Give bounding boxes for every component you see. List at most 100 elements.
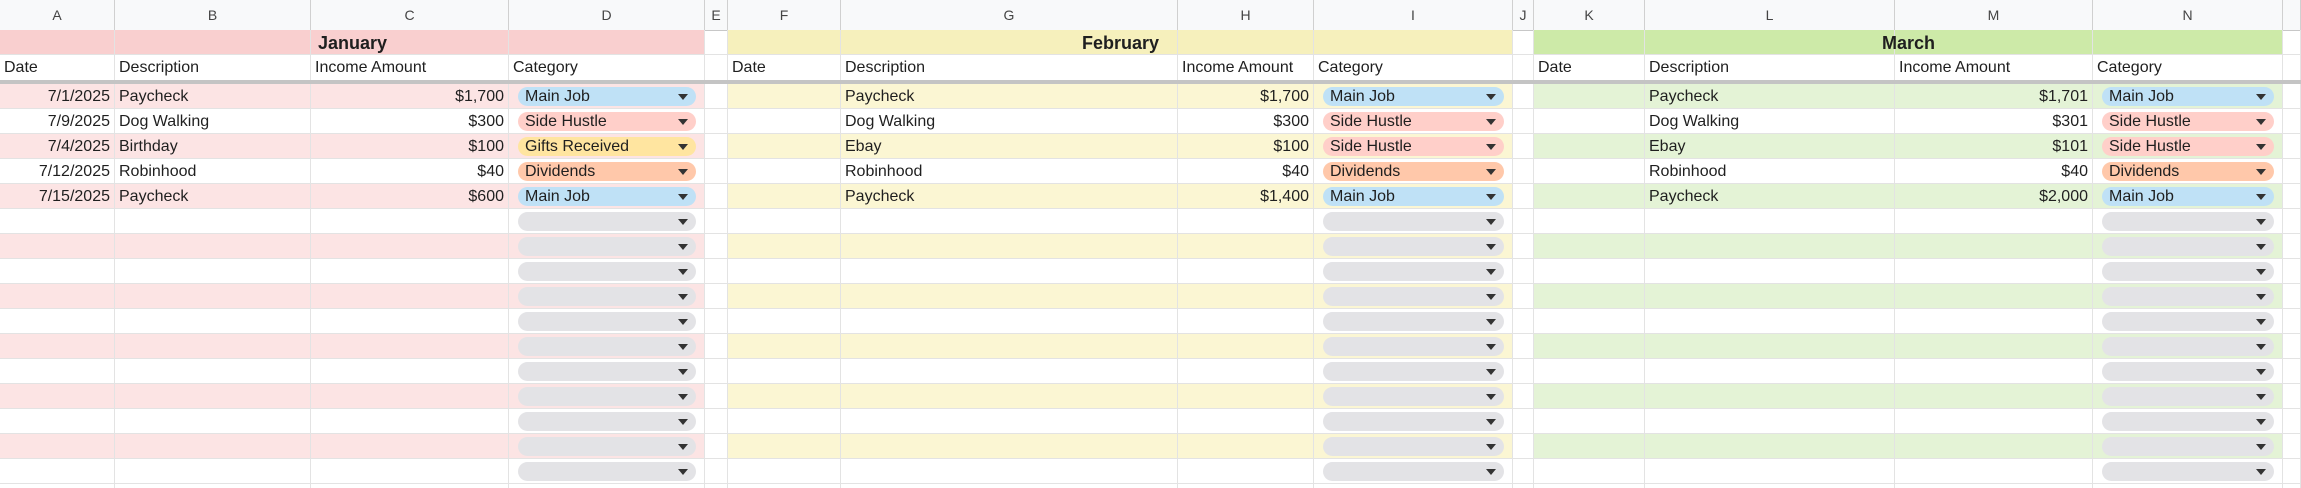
column-header-e[interactable]: E bbox=[705, 0, 728, 30]
column-header-f[interactable]: F bbox=[728, 0, 841, 30]
empty-category-dropdown[interactable] bbox=[518, 312, 696, 331]
income-amount-cell[interactable]: $1,700 bbox=[311, 84, 509, 109]
income-amount-cell[interactable]: $101 bbox=[1895, 134, 2093, 159]
description-cell[interactable]: Paycheck bbox=[841, 184, 1178, 209]
empty-category-dropdown[interactable] bbox=[518, 337, 696, 356]
column-header-k[interactable]: K bbox=[1534, 0, 1645, 30]
income-amount-cell[interactable]: $100 bbox=[1178, 134, 1314, 159]
dropdown-arrow-icon[interactable] bbox=[2256, 419, 2266, 425]
date-cell[interactable] bbox=[1534, 109, 1645, 134]
spreadsheet-grid[interactable]: ABCDEFGHIJKLMN January Date Description Inc… bbox=[0, 0, 2301, 488]
empty-category-dropdown[interactable] bbox=[518, 387, 696, 406]
category-dropdown-chip[interactable]: Main Job bbox=[1323, 187, 1504, 206]
dropdown-arrow-icon[interactable] bbox=[1486, 444, 1496, 450]
dropdown-arrow-icon[interactable] bbox=[678, 194, 688, 200]
column-header-j[interactable]: J bbox=[1513, 0, 1534, 30]
dropdown-arrow-icon[interactable] bbox=[678, 94, 688, 100]
column-header-extra[interactable] bbox=[2283, 0, 2301, 30]
dropdown-arrow-icon[interactable] bbox=[678, 344, 688, 350]
dropdown-arrow-icon[interactable] bbox=[2256, 144, 2266, 150]
empty-category-dropdown[interactable] bbox=[1323, 362, 1504, 381]
empty-category-dropdown[interactable] bbox=[1323, 412, 1504, 431]
dropdown-arrow-icon[interactable] bbox=[2256, 194, 2266, 200]
date-cell[interactable]: 7/15/2025 bbox=[0, 184, 115, 209]
date-cell[interactable]: 7/4/2025 bbox=[0, 134, 115, 159]
empty-category-dropdown[interactable] bbox=[518, 412, 696, 431]
dropdown-arrow-icon[interactable] bbox=[1486, 419, 1496, 425]
description-cell[interactable]: Ebay bbox=[1645, 134, 1895, 159]
empty-category-dropdown[interactable] bbox=[2102, 462, 2274, 481]
income-amount-cell[interactable]: $1,700 bbox=[1178, 84, 1314, 109]
date-cell[interactable] bbox=[728, 184, 841, 209]
description-cell[interactable]: Paycheck bbox=[115, 84, 311, 109]
dropdown-arrow-icon[interactable] bbox=[678, 394, 688, 400]
dropdown-arrow-icon[interactable] bbox=[678, 219, 688, 225]
dropdown-arrow-icon[interactable] bbox=[2256, 369, 2266, 375]
income-amount-cell[interactable]: $40 bbox=[311, 159, 509, 184]
date-cell[interactable] bbox=[728, 134, 841, 159]
category-dropdown-chip[interactable]: Main Job bbox=[518, 87, 696, 106]
column-header-i[interactable]: I bbox=[1314, 0, 1513, 30]
empty-category-dropdown[interactable] bbox=[2102, 362, 2274, 381]
empty-category-dropdown[interactable] bbox=[1323, 212, 1504, 231]
description-cell[interactable]: Dog Walking bbox=[841, 109, 1178, 134]
description-cell[interactable]: Paycheck bbox=[1645, 184, 1895, 209]
dropdown-arrow-icon[interactable] bbox=[1486, 469, 1496, 475]
empty-category-dropdown[interactable] bbox=[1323, 262, 1504, 281]
column-header-m[interactable]: M bbox=[1895, 0, 2093, 30]
empty-category-dropdown[interactable] bbox=[518, 212, 696, 231]
income-amount-cell[interactable]: $300 bbox=[311, 109, 509, 134]
category-dropdown-chip[interactable]: Side Hustle bbox=[2102, 112, 2274, 131]
dropdown-arrow-icon[interactable] bbox=[1486, 144, 1496, 150]
dropdown-arrow-icon[interactable] bbox=[2256, 344, 2266, 350]
description-cell[interactable]: Paycheck bbox=[115, 184, 311, 209]
dropdown-arrow-icon[interactable] bbox=[2256, 119, 2266, 125]
column-header-b[interactable]: B bbox=[115, 0, 311, 30]
date-cell[interactable] bbox=[1534, 134, 1645, 159]
empty-category-dropdown[interactable] bbox=[2102, 412, 2274, 431]
dropdown-arrow-icon[interactable] bbox=[678, 419, 688, 425]
dropdown-arrow-icon[interactable] bbox=[678, 469, 688, 475]
date-cell[interactable]: 7/12/2025 bbox=[0, 159, 115, 184]
date-cell[interactable] bbox=[1534, 84, 1645, 109]
category-dropdown-chip[interactable]: Side Hustle bbox=[1323, 137, 1504, 156]
empty-category-dropdown[interactable] bbox=[518, 437, 696, 456]
income-amount-cell[interactable]: $2,000 bbox=[1895, 184, 2093, 209]
category-dropdown-chip[interactable]: Dividends bbox=[2102, 162, 2274, 181]
dropdown-arrow-icon[interactable] bbox=[678, 144, 688, 150]
dropdown-arrow-icon[interactable] bbox=[678, 369, 688, 375]
dropdown-arrow-icon[interactable] bbox=[1486, 269, 1496, 275]
dropdown-arrow-icon[interactable] bbox=[2256, 294, 2266, 300]
column-header-c[interactable]: C bbox=[311, 0, 509, 30]
category-dropdown-chip[interactable]: Main Job bbox=[2102, 187, 2274, 206]
dropdown-arrow-icon[interactable] bbox=[678, 319, 688, 325]
date-cell[interactable] bbox=[1534, 159, 1645, 184]
dropdown-arrow-icon[interactable] bbox=[678, 269, 688, 275]
income-amount-cell[interactable]: $1,400 bbox=[1178, 184, 1314, 209]
description-cell[interactable]: Dog Walking bbox=[1645, 109, 1895, 134]
empty-category-dropdown[interactable] bbox=[518, 362, 696, 381]
empty-category-dropdown[interactable] bbox=[2102, 237, 2274, 256]
empty-category-dropdown[interactable] bbox=[2102, 437, 2274, 456]
date-cell[interactable] bbox=[728, 84, 841, 109]
empty-category-dropdown[interactable] bbox=[2102, 312, 2274, 331]
description-cell[interactable]: Paycheck bbox=[1645, 84, 1895, 109]
dropdown-arrow-icon[interactable] bbox=[2256, 94, 2266, 100]
category-dropdown-chip[interactable]: Dividends bbox=[518, 162, 696, 181]
description-cell[interactable]: Ebay bbox=[841, 134, 1178, 159]
dropdown-arrow-icon[interactable] bbox=[1486, 394, 1496, 400]
empty-category-dropdown[interactable] bbox=[2102, 262, 2274, 281]
dropdown-arrow-icon[interactable] bbox=[2256, 444, 2266, 450]
column-header-h[interactable]: H bbox=[1178, 0, 1314, 30]
date-cell[interactable] bbox=[1534, 184, 1645, 209]
dropdown-arrow-icon[interactable] bbox=[1486, 194, 1496, 200]
category-dropdown-chip[interactable]: Dividends bbox=[1323, 162, 1504, 181]
description-cell[interactable]: Robinhood bbox=[1645, 159, 1895, 184]
description-cell[interactable]: Robinhood bbox=[115, 159, 311, 184]
empty-category-dropdown[interactable] bbox=[1323, 462, 1504, 481]
income-amount-cell[interactable]: $1,701 bbox=[1895, 84, 2093, 109]
income-amount-cell[interactable]: $600 bbox=[311, 184, 509, 209]
dropdown-arrow-icon[interactable] bbox=[2256, 219, 2266, 225]
date-cell[interactable] bbox=[728, 159, 841, 184]
empty-category-dropdown[interactable] bbox=[2102, 212, 2274, 231]
